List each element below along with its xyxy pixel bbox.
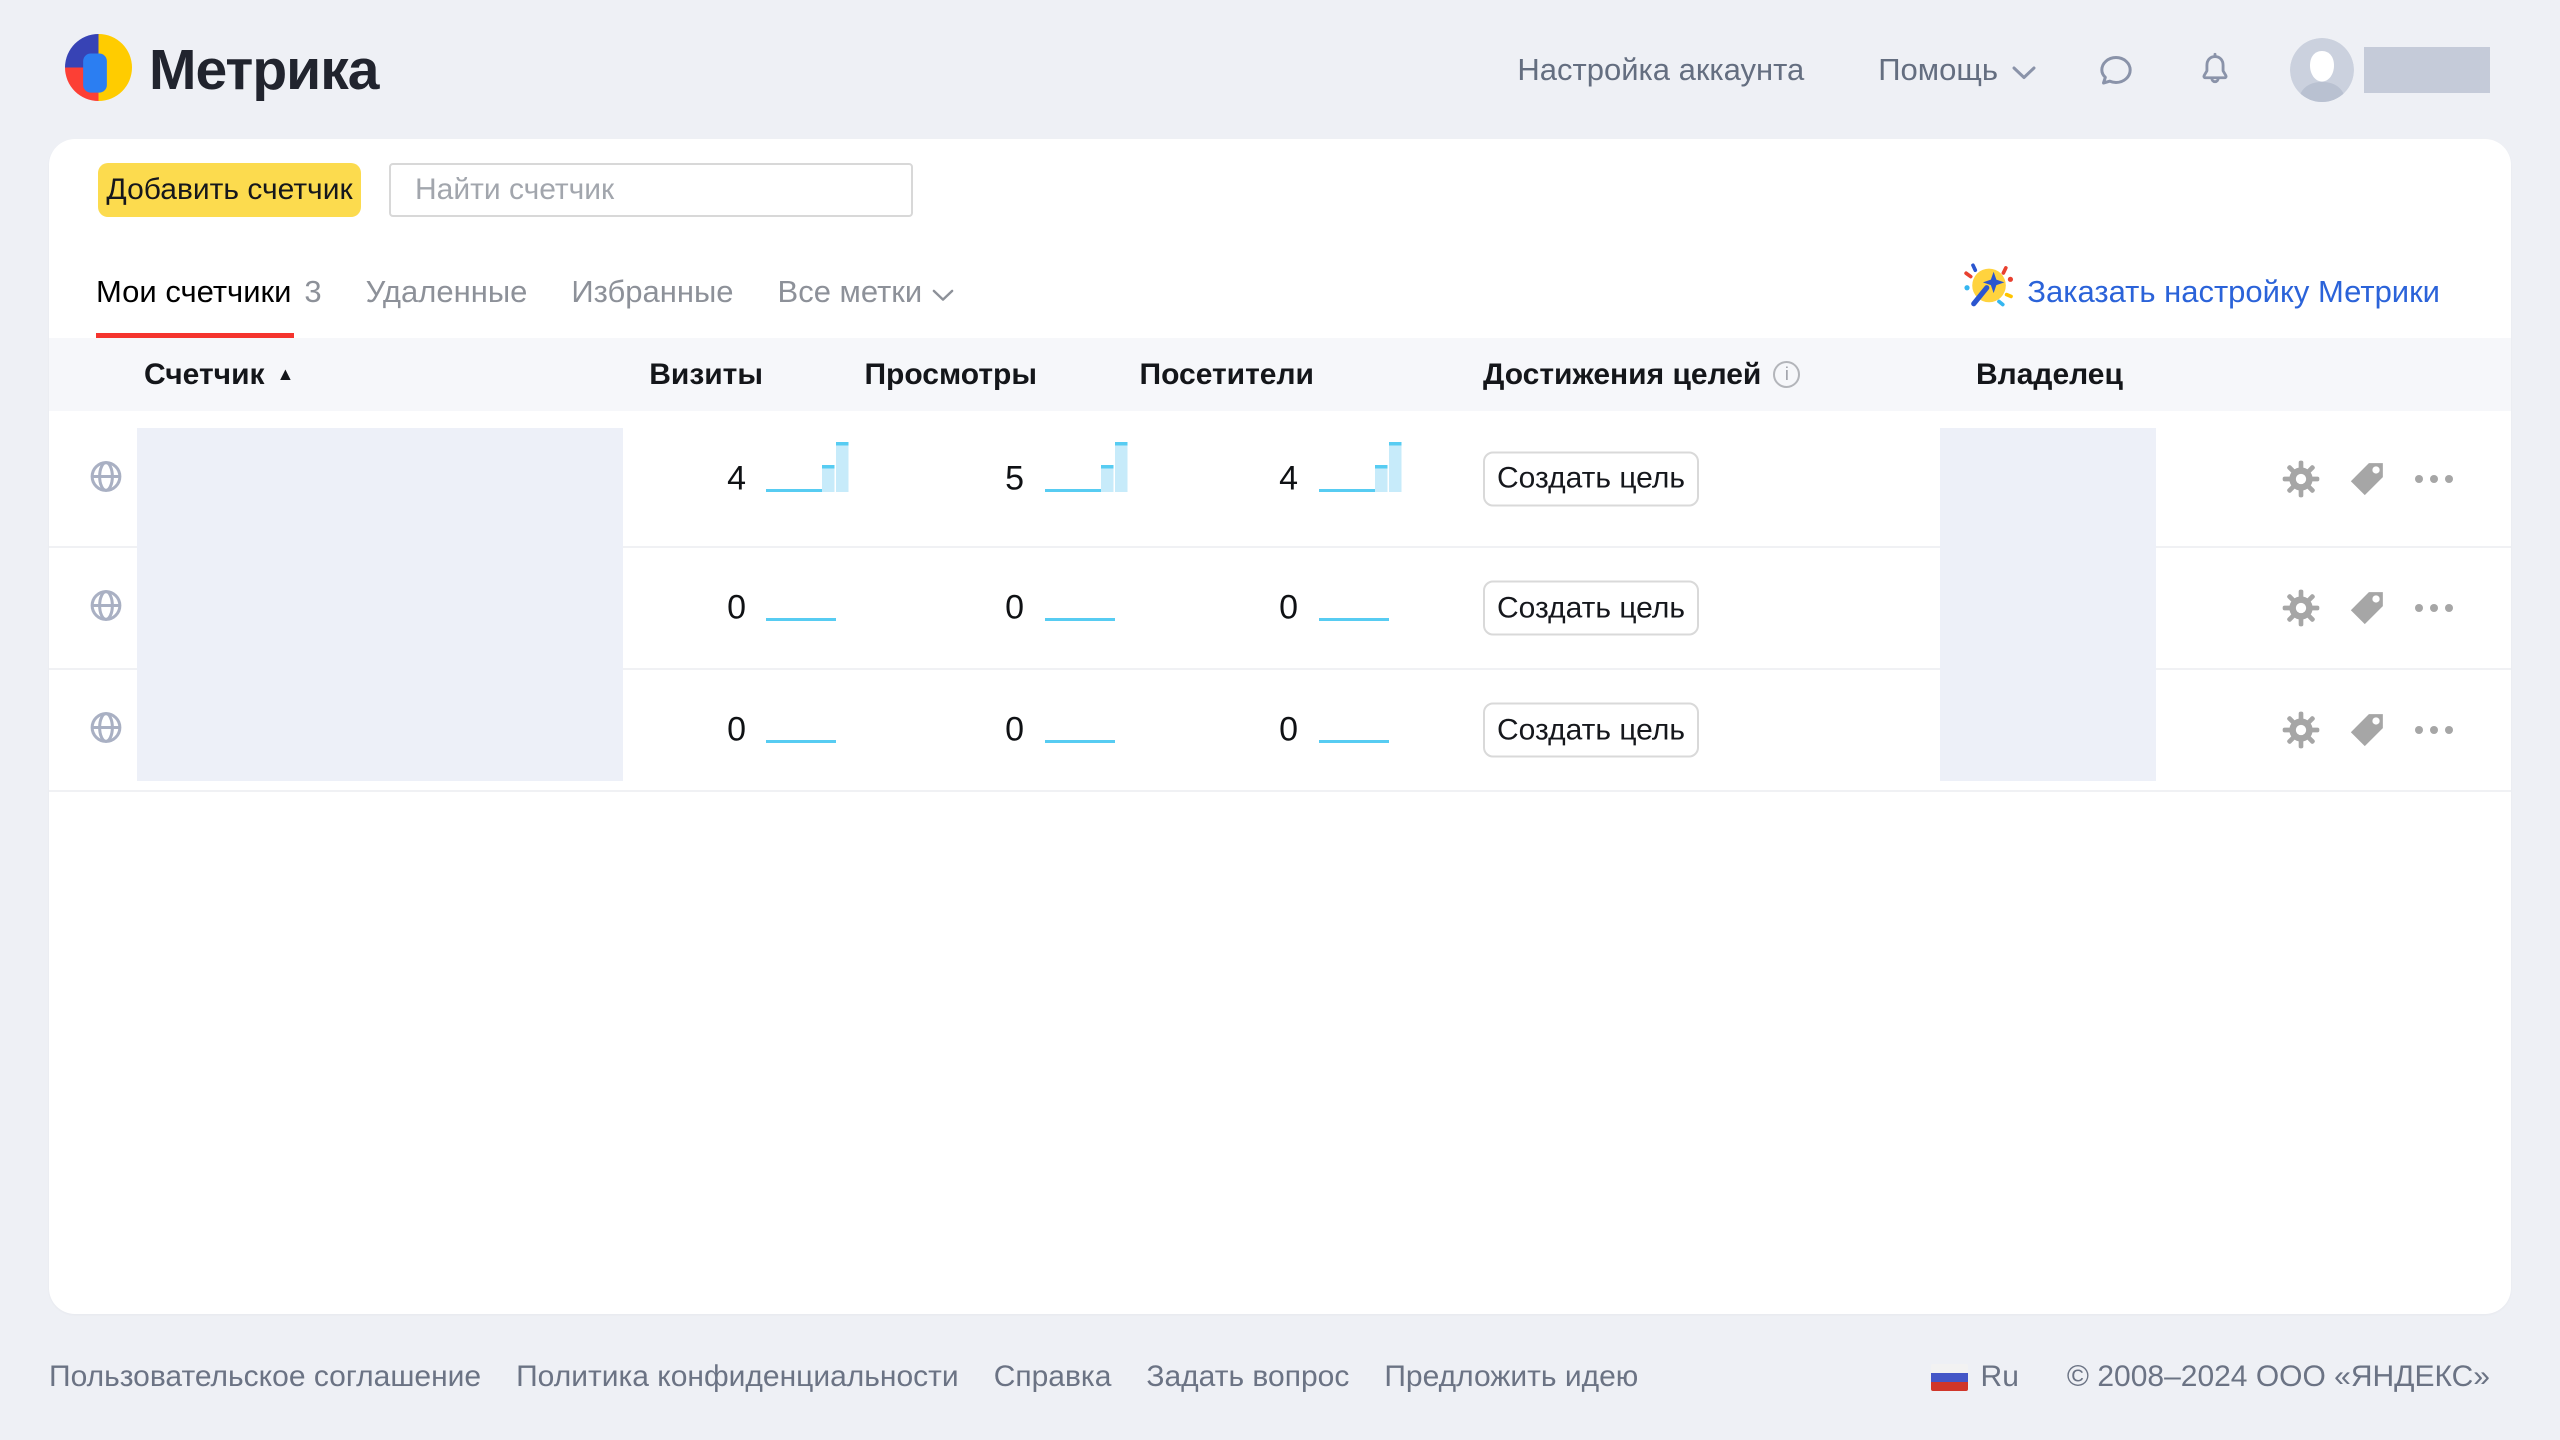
- my-counters-count: 3: [304, 274, 321, 310]
- row-actions: [2281, 710, 2455, 750]
- magic-wand-icon: [1960, 261, 2015, 324]
- create-goal-button[interactable]: Создать цель: [1483, 703, 1699, 758]
- create-goal-button[interactable]: Создать цель: [1483, 581, 1699, 636]
- create-goal-button[interactable]: Создать цель: [1483, 451, 1699, 506]
- more-actions-icon[interactable]: [2413, 724, 2455, 736]
- column-header-goals: Достижения целей i: [1483, 358, 1800, 392]
- russia-flag-icon: [1931, 1364, 1968, 1391]
- footer-link-ask-question[interactable]: Задать вопрос: [1146, 1360, 1349, 1394]
- footer-link-help[interactable]: Справка: [994, 1360, 1112, 1394]
- settings-gear-icon[interactable]: [2281, 459, 2321, 499]
- visitors-value: 0: [1279, 711, 1298, 750]
- table-body: 4 5 4 Создать цель: [49, 411, 2511, 792]
- row-actions: [2281, 588, 2455, 628]
- search-counter-input[interactable]: [389, 163, 913, 217]
- sort-ascending-icon: ▲: [277, 364, 295, 385]
- visits-value: 0: [727, 589, 746, 628]
- globe-icon: [88, 458, 124, 499]
- metrika-logo-icon: [65, 34, 132, 106]
- visits-value: 0: [727, 711, 746, 750]
- tab-my-counters[interactable]: Мои счетчики: [96, 274, 291, 310]
- settings-gear-icon[interactable]: [2281, 710, 2321, 750]
- notifications-bell-icon[interactable]: [2196, 50, 2234, 90]
- logo-title: Метрика: [149, 37, 378, 103]
- visitors-value: 4: [1279, 459, 1298, 498]
- all-labels-dropdown[interactable]: Все метки: [778, 274, 923, 310]
- visits-sparkline: [766, 442, 850, 492]
- tab-deleted[interactable]: Удаленные: [366, 274, 528, 310]
- order-metrika-setup-label: Заказать настройку Метрики: [2027, 274, 2440, 310]
- footer-right: Ru © 2008–2024 ООО «ЯНДЕКС»: [1931, 1360, 2490, 1394]
- views-value: 0: [1005, 711, 1024, 750]
- footer-link-privacy-policy[interactable]: Политика конфиденциальности: [516, 1360, 959, 1394]
- column-header-visitors: Посетители: [1140, 358, 1314, 392]
- column-header-owner: Владелец: [1976, 358, 2123, 392]
- order-metrika-setup-link[interactable]: Заказать настройку Метрики: [1960, 251, 2440, 333]
- user-avatar[interactable]: [2290, 38, 2354, 102]
- chat-icon[interactable]: [2096, 50, 2136, 90]
- copyright-text: © 2008–2024 ООО «ЯНДЕКС»: [2067, 1360, 2490, 1394]
- footer-link-user-agreement[interactable]: Пользовательское соглашение: [49, 1360, 481, 1394]
- views-value: 5: [1005, 459, 1024, 498]
- visitors-sparkline: [1319, 595, 1389, 621]
- views-sparkline: [1045, 717, 1115, 743]
- footer: Пользовательское соглашение Политика кон…: [49, 1314, 2490, 1440]
- chevron-down-icon: [2012, 52, 2036, 88]
- globe-icon: [88, 710, 124, 751]
- column-header-counter[interactable]: Счетчик ▲: [144, 358, 294, 392]
- info-icon[interactable]: i: [1773, 361, 1800, 388]
- topbar: Метрика Настройка аккаунта Помощь: [0, 0, 2560, 139]
- topbar-right: Настройка аккаунта Помощь: [1517, 38, 2490, 102]
- counter-names-redacted[interactable]: [137, 428, 623, 781]
- more-actions-icon[interactable]: [2413, 473, 2455, 485]
- label-tag-icon[interactable]: [2348, 711, 2386, 749]
- views-sparkline: [1045, 595, 1115, 621]
- more-actions-icon[interactable]: [2413, 602, 2455, 614]
- chevron-down-icon: [932, 274, 954, 310]
- table-header: Счетчик ▲ Визиты Просмотры Посетители До…: [49, 338, 2511, 411]
- metrika-logo[interactable]: Метрика: [65, 34, 378, 106]
- globe-icon: [88, 588, 124, 629]
- tab-favorites[interactable]: Избранные: [571, 274, 733, 310]
- column-header-views: Просмотры: [864, 358, 1037, 392]
- views-sparkline: [1045, 442, 1129, 492]
- views-value: 0: [1005, 589, 1024, 628]
- column-header-visits: Визиты: [649, 358, 763, 392]
- footer-links: Пользовательское соглашение Политика кон…: [49, 1360, 1638, 1394]
- tabs-row: Мои счетчики 3 Удаленные Избранные Все м…: [49, 251, 2511, 338]
- help-menu-label: Помощь: [1878, 52, 1998, 88]
- visits-sparkline: [766, 595, 836, 621]
- row-actions: [2281, 459, 2455, 499]
- help-menu[interactable]: Помощь: [1878, 52, 2036, 88]
- visits-value: 4: [727, 459, 746, 498]
- visitors-sparkline: [1319, 442, 1403, 492]
- visits-sparkline: [766, 717, 836, 743]
- add-counter-button[interactable]: Добавить счетчик: [98, 163, 361, 217]
- visitors-value: 0: [1279, 589, 1298, 628]
- label-tag-icon[interactable]: [2348, 589, 2386, 627]
- metrika-counters-page: Метрика Настройка аккаунта Помощь: [0, 0, 2560, 1440]
- counters-card: Добавить счетчик Мои счетчики 3 Удаленны…: [49, 139, 2511, 1314]
- account-settings-link[interactable]: Настройка аккаунта: [1517, 52, 1804, 88]
- language-selector[interactable]: Ru: [1981, 1360, 2019, 1394]
- owner-names-redacted: [1940, 428, 2156, 781]
- visitors-sparkline: [1319, 717, 1389, 743]
- settings-gear-icon[interactable]: [2281, 588, 2321, 628]
- label-tag-icon[interactable]: [2348, 460, 2386, 498]
- username-redacted[interactable]: [2364, 47, 2490, 93]
- footer-link-suggest-idea[interactable]: Предложить идею: [1384, 1360, 1638, 1394]
